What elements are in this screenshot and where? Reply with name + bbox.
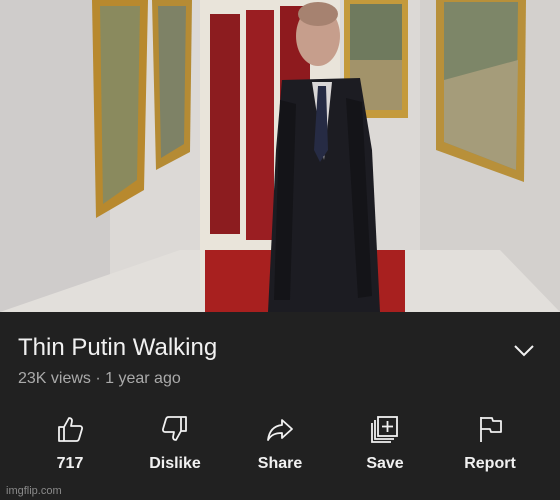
video-meta: 23K views · 1 year ago xyxy=(18,370,181,387)
dislike-label: Dislike xyxy=(149,455,201,472)
video-title: Thin Putin Walking xyxy=(18,334,218,361)
share-label: Share xyxy=(257,455,303,472)
save-playlist-icon xyxy=(371,416,398,443)
dislike-button[interactable]: Dislike xyxy=(125,410,225,480)
watermark: imgflip.com xyxy=(6,485,62,497)
action-bar: 717 Dislike Share Save Report xyxy=(0,410,560,480)
like-button[interactable]: 717 xyxy=(20,410,120,480)
thumbs-up-icon xyxy=(58,417,84,442)
thumbs-down-icon xyxy=(161,416,187,441)
save-button[interactable]: Save xyxy=(335,410,435,480)
video-info-panel: Thin Putin Walking 23K views · 1 year ag… xyxy=(0,312,560,500)
video-player[interactable] xyxy=(0,0,560,312)
report-label: Report xyxy=(464,455,516,472)
chevron-down-icon[interactable] xyxy=(512,338,536,362)
save-label: Save xyxy=(366,455,404,472)
share-button[interactable]: Share xyxy=(230,410,330,480)
like-count: 717 xyxy=(56,455,84,472)
video-frame xyxy=(0,0,560,312)
report-button[interactable]: Report xyxy=(440,410,540,480)
flag-icon xyxy=(480,417,502,442)
share-icon xyxy=(267,419,293,441)
